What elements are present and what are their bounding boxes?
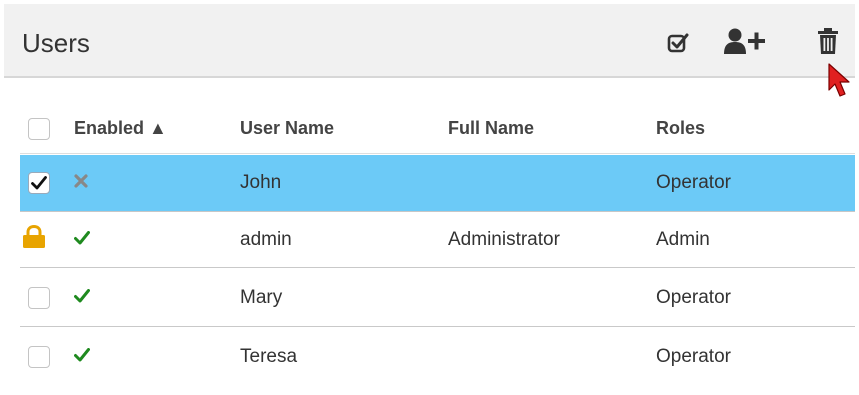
enabled-check-icon xyxy=(74,229,90,251)
enabled-check-icon xyxy=(74,287,90,309)
user-name-cell: admin xyxy=(240,229,292,250)
row-checkbox[interactable] xyxy=(28,346,50,368)
column-header-roles[interactable]: Roles xyxy=(656,104,705,153)
table-row[interactable]: Teresa Operator xyxy=(20,328,855,386)
column-header-enabled[interactable]: Enabled ▲ xyxy=(74,104,167,153)
table-header-row: Enabled ▲ User Name Full Name Roles xyxy=(20,104,855,154)
roles-cell: Admin xyxy=(656,229,710,250)
add-user-icon[interactable] xyxy=(724,28,766,56)
full-name-cell: Administrator xyxy=(448,229,560,250)
row-checkbox[interactable] xyxy=(28,286,50,309)
select-all-checkbox[interactable] xyxy=(28,117,50,140)
roles-cell: Operator xyxy=(656,286,731,308)
enabled-check-icon xyxy=(74,346,90,368)
user-name-cell: Mary xyxy=(240,286,283,308)
table-row[interactable]: Mary Operator xyxy=(20,269,855,327)
trash-icon[interactable] xyxy=(817,27,839,55)
mouse-pointer-icon xyxy=(827,62,853,107)
user-name-cell: Teresa xyxy=(240,346,298,367)
row-checkbox[interactable] xyxy=(28,172,50,194)
table-row[interactable]: John Operator xyxy=(20,155,855,212)
table-row[interactable]: admin Administrator Admin xyxy=(20,213,855,268)
roles-cell: Operator xyxy=(656,172,731,193)
users-panel: Users Enabled ▲ User Name Full Name Role… xyxy=(4,4,855,394)
roles-cell: Operator xyxy=(656,346,731,367)
column-header-user-name[interactable]: User Name xyxy=(240,104,334,153)
panel-header: Users xyxy=(4,4,855,78)
user-name-cell: John xyxy=(240,172,282,193)
lock-icon xyxy=(22,224,46,255)
select-all-check-icon[interactable] xyxy=(667,32,689,54)
page-title: Users xyxy=(22,28,90,58)
column-header-full-name[interactable]: Full Name xyxy=(448,104,534,153)
disabled-x-icon xyxy=(74,172,88,194)
